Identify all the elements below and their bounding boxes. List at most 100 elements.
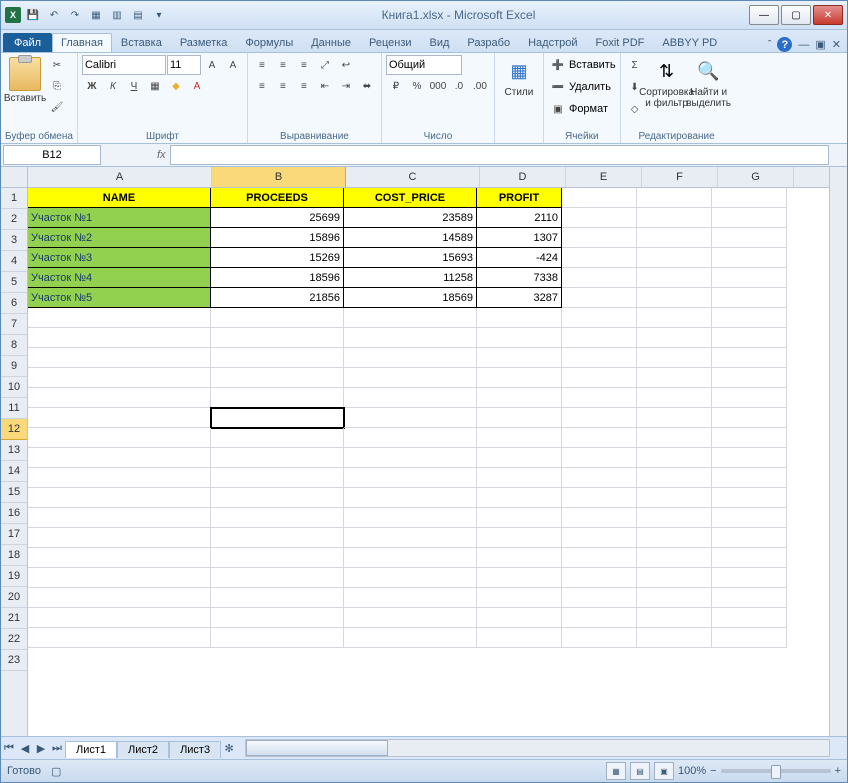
indent-inc-icon[interactable]: ⇥ — [336, 76, 356, 96]
paste-button[interactable]: Вставить — [5, 55, 45, 104]
cell[interactable] — [562, 428, 637, 448]
cell[interactable] — [712, 488, 787, 508]
cell[interactable] — [28, 608, 211, 628]
cell[interactable] — [637, 248, 712, 268]
cell[interactable] — [211, 628, 344, 648]
col-header[interactable]: C — [346, 167, 480, 187]
cell[interactable] — [28, 528, 211, 548]
row-header[interactable]: 19 — [1, 566, 27, 587]
cell[interactable]: 15896 — [211, 228, 344, 248]
cell[interactable] — [562, 248, 637, 268]
cell[interactable] — [562, 588, 637, 608]
cell[interactable]: 3287 — [477, 288, 562, 308]
cell[interactable] — [637, 428, 712, 448]
cell[interactable] — [211, 368, 344, 388]
cut-icon[interactable]: ✂ — [47, 55, 67, 75]
cell[interactable] — [477, 588, 562, 608]
cell[interactable]: 15269 — [211, 248, 344, 268]
cell[interactable] — [637, 568, 712, 588]
comma-icon[interactable]: 000 — [428, 76, 448, 96]
cell[interactable] — [562, 448, 637, 468]
row-header[interactable]: 10 — [1, 377, 27, 398]
cell[interactable] — [28, 548, 211, 568]
col-header[interactable]: D — [480, 167, 566, 187]
row-header[interactable]: 15 — [1, 482, 27, 503]
formula-input[interactable] — [170, 145, 829, 165]
cell[interactable] — [28, 308, 211, 328]
cell[interactable] — [712, 428, 787, 448]
currency-icon[interactable]: ₽ — [386, 76, 406, 96]
col-header[interactable]: G — [718, 167, 794, 187]
cell[interactable] — [477, 628, 562, 648]
cell[interactable] — [477, 368, 562, 388]
col-header[interactable]: A — [28, 167, 212, 187]
row-header[interactable]: 5 — [1, 272, 27, 293]
worksheet-grid[interactable]: 1 2 3 4 5 6 7 8 9 10 11 12 13 14 15 16 1… — [1, 167, 847, 736]
cell[interactable] — [562, 288, 637, 308]
cell[interactable] — [637, 388, 712, 408]
tab-review[interactable]: Рецензи — [360, 33, 421, 52]
view-pagebreak-icon[interactable]: ▣ — [654, 762, 674, 780]
cell[interactable] — [712, 628, 787, 648]
cell[interactable]: 11258 — [344, 268, 477, 288]
cell[interactable] — [477, 528, 562, 548]
row-header[interactable]: 21 — [1, 608, 27, 629]
select-all-corner[interactable] — [1, 167, 27, 188]
cell[interactable]: PROCEEDS — [211, 188, 344, 208]
cell[interactable] — [637, 588, 712, 608]
cell[interactable] — [562, 528, 637, 548]
cell[interactable] — [211, 528, 344, 548]
font-size-combo[interactable]: 11 — [167, 55, 201, 75]
cell[interactable] — [637, 268, 712, 288]
cell[interactable] — [562, 628, 637, 648]
format-cells-button[interactable]: ▣Формат — [548, 99, 616, 119]
cell[interactable] — [477, 448, 562, 468]
cell[interactable] — [344, 568, 477, 588]
sheet-tab[interactable]: Лист2 — [117, 741, 169, 758]
view-normal-icon[interactable]: ▦ — [606, 762, 626, 780]
cell[interactable] — [344, 328, 477, 348]
cell[interactable] — [712, 548, 787, 568]
row-header[interactable]: 7 — [1, 314, 27, 335]
cell[interactable]: Участок №3 — [28, 248, 211, 268]
redo-icon[interactable]: ↷ — [66, 6, 84, 24]
cell[interactable] — [562, 388, 637, 408]
merge-icon[interactable]: ⬌ — [357, 76, 377, 96]
find-select-button[interactable]: 🔍 Найти и выделить — [689, 55, 729, 109]
align-center-icon[interactable]: ≡ — [273, 76, 293, 96]
cell[interactable] — [562, 608, 637, 628]
font-name-combo[interactable]: Calibri — [82, 55, 166, 75]
format-painter-icon[interactable]: 🖌 — [47, 97, 67, 117]
col-header[interactable]: F — [642, 167, 718, 187]
cell[interactable] — [28, 628, 211, 648]
cell[interactable] — [344, 628, 477, 648]
cell[interactable]: PROFIT — [477, 188, 562, 208]
align-bot-icon[interactable]: ≡ — [294, 55, 314, 75]
cell[interactable] — [562, 508, 637, 528]
cell[interactable] — [637, 288, 712, 308]
cell[interactable] — [562, 268, 637, 288]
cell[interactable] — [477, 468, 562, 488]
cell[interactable] — [211, 588, 344, 608]
tab-home[interactable]: Главная — [52, 33, 112, 53]
cell[interactable] — [28, 508, 211, 528]
cell[interactable]: Участок №5 — [28, 288, 211, 308]
row-header[interactable]: 16 — [1, 503, 27, 524]
align-left-icon[interactable]: ≡ — [252, 76, 272, 96]
cell[interactable] — [712, 468, 787, 488]
cell[interactable]: NAME — [28, 188, 211, 208]
col-header[interactable]: E — [566, 167, 642, 187]
new-sheet-icon[interactable]: ✻ — [221, 740, 237, 756]
cell[interactable] — [712, 228, 787, 248]
cell[interactable] — [344, 388, 477, 408]
row-header[interactable]: 8 — [1, 335, 27, 356]
cell[interactable] — [477, 488, 562, 508]
cell[interactable] — [562, 188, 637, 208]
cell[interactable] — [28, 328, 211, 348]
zoom-level[interactable]: 100% — [678, 765, 706, 777]
cell[interactable] — [28, 368, 211, 388]
cell[interactable] — [712, 248, 787, 268]
cell[interactable] — [211, 348, 344, 368]
cell[interactable] — [28, 408, 211, 428]
cell[interactable] — [28, 388, 211, 408]
